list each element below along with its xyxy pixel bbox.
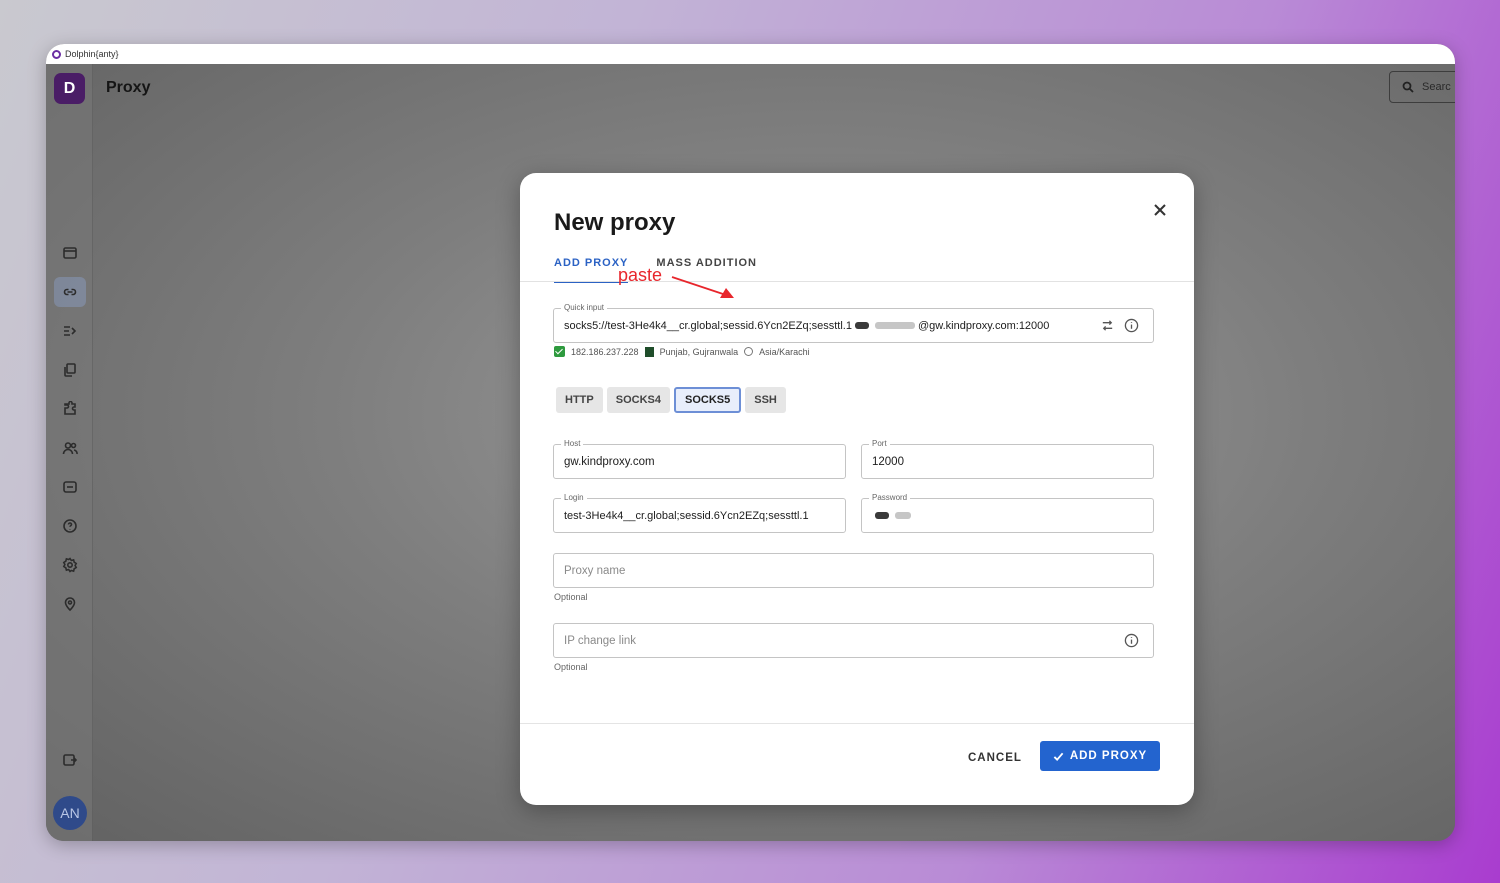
dialog-title: New proxy	[554, 209, 676, 236]
port-value: 12000	[872, 455, 904, 468]
sidebar: D AN	[46, 64, 93, 841]
login-label: Login	[561, 493, 587, 503]
ip-change-link-field[interactable]: IP change link	[553, 623, 1154, 658]
password-masked-value	[872, 510, 914, 522]
port-label: Port	[869, 439, 890, 449]
protocol-http-button[interactable]: HTTP	[556, 387, 603, 413]
ip-change-link-placeholder: IP change link	[564, 634, 637, 647]
avatar[interactable]: AN	[53, 796, 87, 830]
protocol-socks5-button[interactable]: SOCKS5	[673, 387, 742, 413]
proxy-check-result: 182.186.237.228 Punjab, Gujranwala Asia/…	[554, 346, 810, 357]
port-field[interactable]: Port 12000	[861, 439, 1154, 479]
app-logo[interactable]: D	[54, 73, 85, 104]
new-proxy-dialog: New proxy ADD PROXY MASS ADDITION paste …	[520, 173, 1194, 805]
host-value: gw.kindproxy.com	[564, 455, 655, 468]
clock-icon	[744, 347, 754, 356]
close-icon	[1154, 204, 1166, 216]
proxy-name-helper: Optional	[554, 592, 588, 602]
window-titlebar: Dolphin{anty}	[46, 44, 1455, 64]
page-title: Proxy	[106, 79, 151, 96]
cancel-button[interactable]: CANCEL	[960, 743, 1030, 773]
quick-input-value: socks5://test-3He4k4__cr.global;sessid.6…	[564, 320, 1049, 332]
search-input[interactable]: Searc	[1389, 71, 1455, 103]
info-icon[interactable]	[1123, 318, 1139, 334]
search-placeholder: Searc	[1422, 81, 1451, 93]
ip-change-link-helper: Optional	[554, 662, 588, 672]
redacted-text	[874, 322, 915, 330]
settings-icon[interactable]	[54, 550, 86, 580]
protocol-selector: HTTP SOCKS4 SOCKS5 SSH	[556, 387, 786, 413]
quick-input-value-start: socks5://test-3He4k4__cr.global;sessid.6…	[564, 319, 852, 332]
paste-annotation: paste	[618, 265, 663, 285]
swap-icon[interactable]	[1099, 318, 1115, 334]
annotation-arrow-icon	[671, 276, 734, 298]
proxy-location: Punjab, Gujranwala	[659, 346, 739, 357]
host-field[interactable]: Host gw.kindproxy.com	[553, 439, 846, 479]
help-icon[interactable]	[54, 511, 86, 541]
check-icon	[1053, 752, 1064, 761]
proxy-name-placeholder: Proxy name	[564, 564, 626, 577]
login-field[interactable]: Login test-3He4k4__cr.global;sessid.6Ycn…	[553, 493, 846, 533]
redacted-text	[875, 511, 889, 519]
flag-icon	[644, 346, 654, 357]
redacted-text	[854, 322, 869, 330]
redacted-text	[895, 511, 911, 519]
exit-icon[interactable]	[54, 745, 86, 775]
api-icon[interactable]	[54, 472, 86, 502]
check-success-icon	[554, 346, 565, 357]
protocol-socks4-button[interactable]: SOCKS4	[606, 387, 670, 413]
copy-icon[interactable]	[54, 355, 86, 385]
protocol-ssh-button[interactable]: SSH	[745, 387, 786, 413]
link-icon[interactable]	[54, 277, 86, 307]
info-icon[interactable]	[1123, 633, 1139, 649]
login-value: test-3He4k4__cr.global;sessid.6Ycn2EZq;s…	[564, 509, 809, 522]
quick-input-value-end: @gw.kindproxy.com:12000	[917, 319, 1050, 332]
quick-input-label: Quick input	[561, 303, 608, 313]
list-arrow-icon[interactable]	[54, 316, 86, 346]
location-icon[interactable]	[54, 589, 86, 619]
proxy-timezone: Asia/Karachi	[759, 346, 810, 357]
add-proxy-label: ADD PROXY	[1069, 750, 1148, 762]
proxy-name-field[interactable]: Proxy name	[553, 553, 1154, 588]
search-icon	[1402, 81, 1414, 93]
host-label: Host	[561, 439, 584, 449]
password-field[interactable]: Password	[861, 493, 1154, 533]
extension-icon[interactable]	[54, 394, 86, 424]
dolphin-logo-icon	[52, 49, 61, 59]
password-label: Password	[869, 493, 911, 503]
close-button[interactable]	[1150, 200, 1170, 220]
browser-window-icon[interactable]	[54, 238, 86, 268]
add-proxy-button[interactable]: ADD PROXY	[1040, 741, 1160, 771]
footer-divider	[520, 723, 1194, 724]
quick-input-field[interactable]: Quick input socks5://test-3He4k4__cr.glo…	[553, 303, 1154, 343]
users-icon[interactable]	[54, 433, 86, 463]
window-title: Dolphin{anty}	[65, 49, 119, 59]
proxy-ip: 182.186.237.228	[571, 346, 639, 357]
